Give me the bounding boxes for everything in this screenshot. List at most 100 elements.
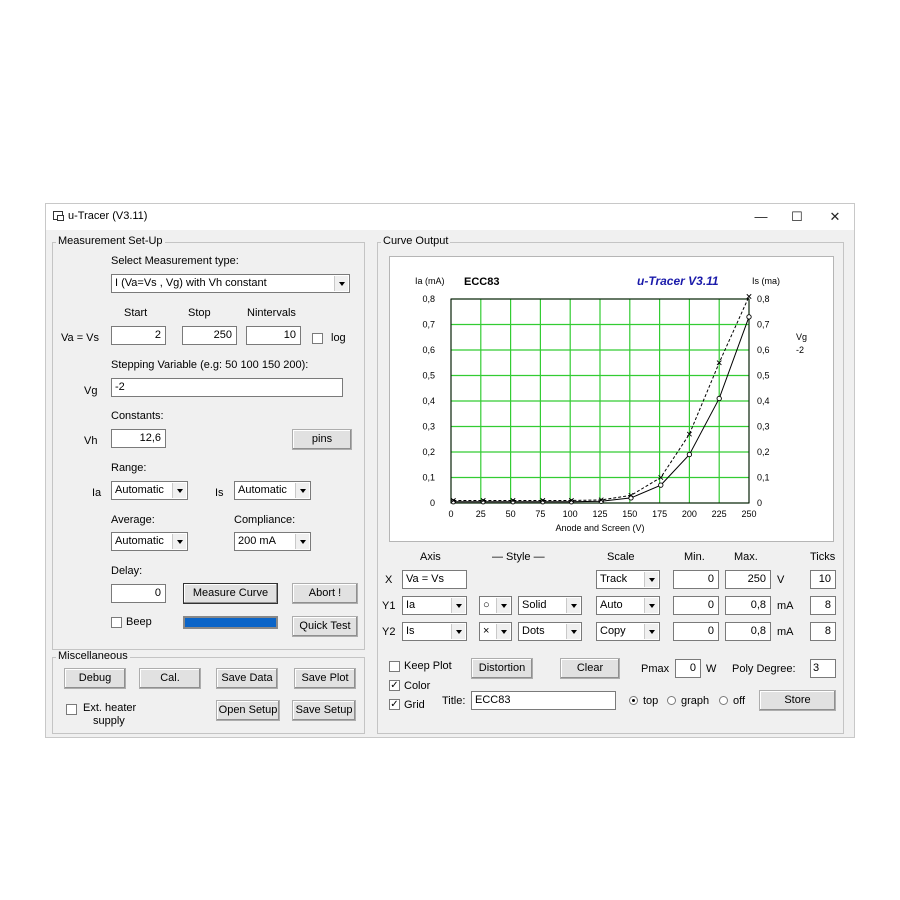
y2-unit-label: mA bbox=[777, 626, 794, 638]
y1-min-input[interactable]: 0 bbox=[673, 596, 719, 615]
chevron-down-icon[interactable] bbox=[451, 624, 465, 639]
log-checkbox[interactable] bbox=[312, 333, 323, 344]
chevron-down-icon[interactable] bbox=[566, 624, 580, 639]
y1-scale-select[interactable]: Auto bbox=[596, 596, 660, 615]
is-range-value: Automatic bbox=[238, 484, 287, 496]
nintervals-input[interactable]: 10 bbox=[246, 326, 301, 345]
grid-checkbox[interactable]: ✓ bbox=[389, 699, 400, 710]
circle-marker-icon: ○ bbox=[483, 599, 490, 611]
row-x-label: X bbox=[385, 574, 393, 586]
y-axis-label: Ia (mA) bbox=[415, 276, 445, 286]
measurement-type-select[interactable]: I (Va=Vs , Vg) with Vh constant bbox=[111, 274, 350, 293]
poly-degree-input[interactable]: 3 bbox=[810, 659, 836, 678]
graph-label: graph bbox=[681, 695, 710, 707]
save-plot-button[interactable]: Save Plot bbox=[294, 668, 356, 689]
stop-input[interactable]: 250 bbox=[182, 326, 237, 345]
vg-label: Vg bbox=[84, 385, 98, 397]
open-setup-button[interactable]: Open Setup bbox=[216, 700, 280, 721]
chevron-down-icon[interactable] bbox=[172, 534, 186, 549]
y2-tick-label: 0,6 bbox=[757, 345, 770, 355]
progress-fill bbox=[184, 617, 277, 628]
is-range-select[interactable]: Automatic bbox=[234, 481, 311, 500]
grid-label: Grid bbox=[404, 699, 425, 711]
y2-min-input[interactable]: 0 bbox=[673, 622, 719, 641]
y1-ticks-input[interactable]: 8 bbox=[810, 596, 836, 615]
y1-unit-label: mA bbox=[777, 600, 794, 612]
minimize-button[interactable]: — bbox=[746, 207, 776, 227]
compliance-label: Compliance: bbox=[234, 514, 296, 526]
off-label: off bbox=[733, 695, 746, 707]
stepping-input[interactable]: -2 bbox=[111, 378, 343, 397]
y1-style-select[interactable]: Solid bbox=[518, 596, 582, 615]
compliance-select[interactable]: 200 mA bbox=[234, 532, 311, 551]
window-title: u-Tracer (V3.11) bbox=[68, 210, 148, 222]
select-type-label: Select Measurement type: bbox=[111, 255, 239, 267]
x-axis-label: Anode and Screen (V) bbox=[555, 523, 644, 533]
pmax-input[interactable]: 0 bbox=[675, 659, 701, 678]
vh-input[interactable]: 12,6 bbox=[111, 429, 166, 448]
x-max-input[interactable]: 250 bbox=[725, 570, 771, 589]
measure-curve-button[interactable]: Measure Curve bbox=[183, 583, 278, 604]
chevron-down-icon[interactable] bbox=[295, 483, 309, 498]
chevron-down-icon[interactable] bbox=[644, 624, 658, 639]
y1-marker-select[interactable]: ○ bbox=[479, 596, 512, 615]
cal-button[interactable]: Cal. bbox=[139, 668, 201, 689]
start-input[interactable]: 2 bbox=[111, 326, 166, 345]
chevron-down-icon[interactable] bbox=[172, 483, 186, 498]
y1-scale-value: Auto bbox=[600, 599, 623, 611]
save-setup-button[interactable]: Save Setup bbox=[292, 700, 356, 721]
chevron-down-icon[interactable] bbox=[644, 598, 658, 613]
y-tick-label: 0,5 bbox=[422, 371, 435, 381]
quick-test-button[interactable]: Quick Test bbox=[292, 616, 358, 637]
y2-axis-select[interactable]: Is bbox=[402, 622, 467, 641]
axis-header: Axis bbox=[420, 551, 441, 563]
color-checkbox[interactable]: ✓ bbox=[389, 680, 400, 691]
chevron-down-icon[interactable] bbox=[334, 276, 348, 291]
x-ticks-input[interactable]: 10 bbox=[810, 570, 836, 589]
top-radio[interactable] bbox=[629, 696, 638, 705]
close-button[interactable]: ✕ bbox=[820, 207, 850, 227]
range-label: Range: bbox=[111, 462, 147, 474]
x-tick-label: 250 bbox=[741, 509, 756, 519]
x-min-input[interactable]: 0 bbox=[673, 570, 719, 589]
chevron-down-icon[interactable] bbox=[496, 598, 510, 613]
debug-button[interactable]: Debug bbox=[64, 668, 126, 689]
chevron-down-icon[interactable] bbox=[566, 598, 580, 613]
graph-radio[interactable] bbox=[667, 696, 676, 705]
ext-heater-checkbox[interactable] bbox=[66, 704, 77, 715]
chevron-down-icon[interactable] bbox=[295, 534, 309, 549]
legend-entry: -2 bbox=[796, 345, 804, 355]
x-axis-input[interactable]: Va = Vs bbox=[402, 570, 467, 589]
maximize-button[interactable]: ☐ bbox=[782, 207, 812, 227]
x-unit-label: V bbox=[777, 574, 785, 586]
y2-marker-select[interactable]: × bbox=[479, 622, 512, 641]
distortion-button[interactable]: Distortion bbox=[471, 658, 533, 679]
pins-button[interactable]: pins bbox=[292, 429, 352, 450]
x-scale-select[interactable]: Track bbox=[596, 570, 660, 589]
data-point-ia bbox=[716, 395, 722, 402]
store-button[interactable]: Store bbox=[759, 690, 836, 711]
y1-axis-select[interactable]: Ia bbox=[402, 596, 467, 615]
title-bar[interactable]: u-Tracer (V3.11) — ☐ ✕ bbox=[46, 204, 854, 230]
chevron-down-icon[interactable] bbox=[451, 598, 465, 613]
keep-plot-checkbox[interactable] bbox=[389, 661, 400, 672]
y2-style-select[interactable]: Dots bbox=[518, 622, 582, 641]
beep-checkbox[interactable] bbox=[111, 617, 122, 628]
y2-max-input[interactable]: 0,8 bbox=[725, 622, 771, 641]
abort-button[interactable]: Abort ! bbox=[292, 583, 358, 604]
x-tick-label: 50 bbox=[506, 509, 516, 519]
title-input[interactable]: ECC83 bbox=[471, 691, 616, 710]
save-data-button[interactable]: Save Data bbox=[216, 668, 278, 689]
y1-style-value: Solid bbox=[522, 599, 547, 611]
chevron-down-icon[interactable] bbox=[644, 572, 658, 587]
average-select[interactable]: Automatic bbox=[111, 532, 188, 551]
y2-tick-label: 0,3 bbox=[757, 422, 770, 432]
clear-button[interactable]: Clear bbox=[560, 658, 620, 679]
ia-range-select[interactable]: Automatic bbox=[111, 481, 188, 500]
y1-max-input[interactable]: 0,8 bbox=[725, 596, 771, 615]
off-radio[interactable] bbox=[719, 696, 728, 705]
chevron-down-icon[interactable] bbox=[496, 624, 510, 639]
y2-scale-select[interactable]: Copy bbox=[596, 622, 660, 641]
delay-input[interactable]: 0 bbox=[111, 584, 166, 603]
y2-ticks-input[interactable]: 8 bbox=[810, 622, 836, 641]
